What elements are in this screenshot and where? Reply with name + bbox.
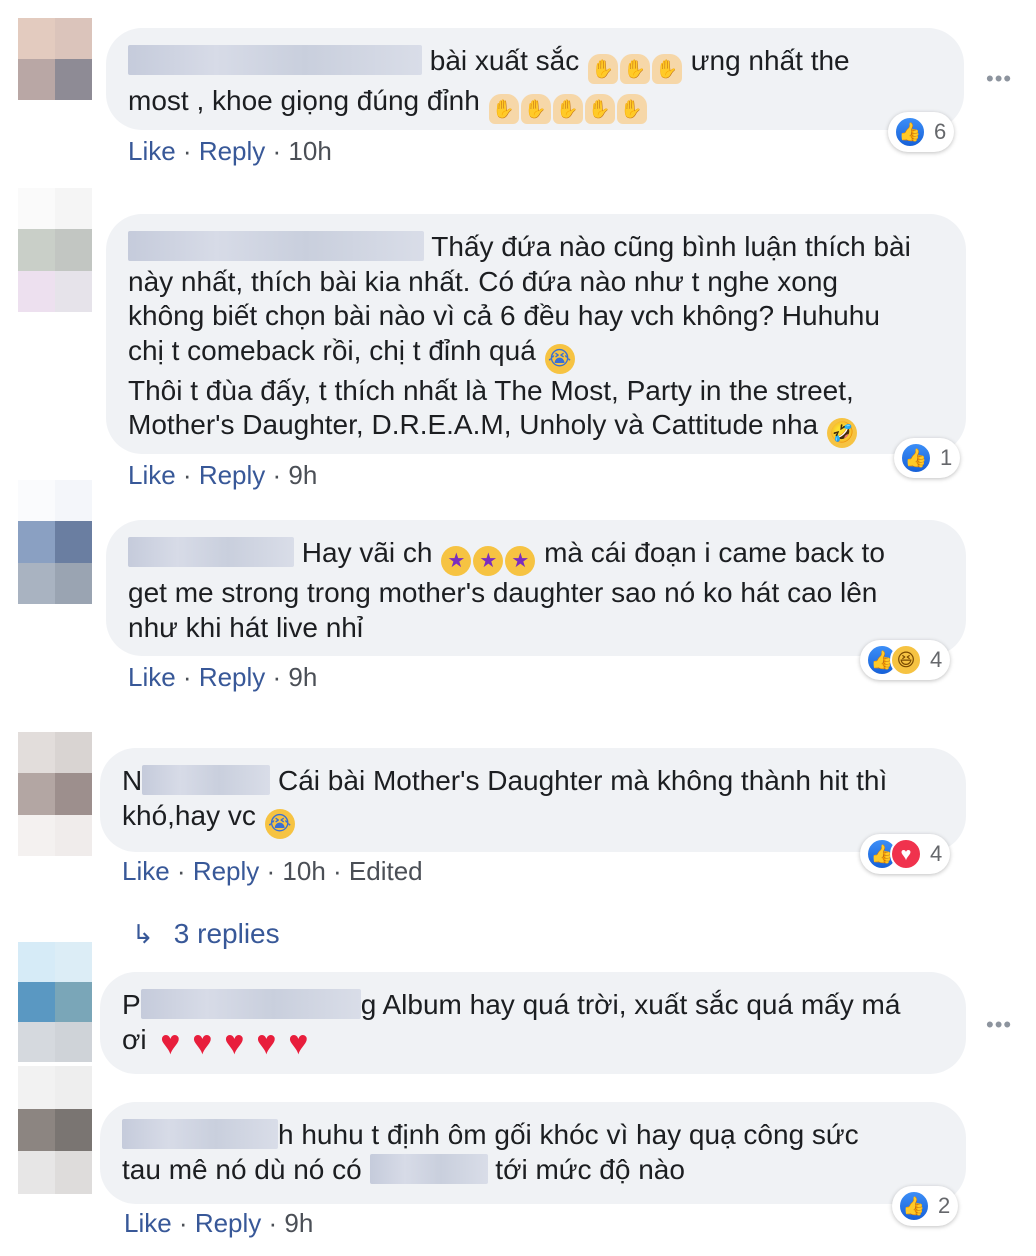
like-link[interactable]: Like (128, 460, 176, 490)
redacted-name[interactable] (140, 989, 361, 1019)
comment-text: Pg Album hay quá trời, xuất sắc quá mấy … (122, 989, 901, 1062)
like-link[interactable]: Like (122, 856, 170, 886)
more-options-icon[interactable]: ••• (986, 1012, 1012, 1038)
loudly-crying-emoji: 😭 (544, 343, 575, 374)
rolling-laughing-emoji: 🤣 (826, 418, 857, 448)
comment-actions: Like · Reply · 10h · Edited (122, 856, 423, 886)
redacted-name[interactable] (128, 231, 424, 261)
timestamp[interactable]: 9h (284, 1208, 313, 1238)
reaction-summary[interactable]: 👍 ♥ 4 (860, 834, 951, 874)
comment-text: bài xuất sắc ✋ ✋ ✋ ưng nhất the most , kho… (128, 44, 942, 124)
red-heart-emoji: ♥ (288, 1023, 309, 1062)
comment-bubble: Hay vãi ch ★ ★ ★ mà cái đoạn i came back t… (106, 520, 966, 656)
reply-link[interactable]: Reply (193, 856, 259, 886)
red-heart-emoji: ♥ (256, 1023, 277, 1062)
haha-reaction-icon: 😆 (890, 644, 922, 676)
comment-actions: Like · Reply · 9h (128, 460, 318, 490)
comment-actions: Like · Reply · 9h (124, 1208, 314, 1238)
redacted-name[interactable] (128, 45, 422, 75)
folded-hands-emoji: ✋ (616, 94, 647, 124)
comment-text: N Cái bài Mother's Daughter mà không thà… (122, 764, 944, 839)
comment-text: Hay vãi ch ★ ★ ★ mà cái đoạn i came back t… (128, 537, 885, 643)
more-options-icon[interactable]: ••• (986, 66, 1012, 92)
folded-hands-emoji: ✋ (619, 54, 650, 84)
like-reaction-icon: 👍 (898, 1190, 930, 1222)
redacted-name[interactable] (128, 537, 294, 567)
reply-link[interactable]: Reply (199, 460, 265, 490)
reply-link[interactable]: Reply (199, 662, 265, 692)
timestamp[interactable]: 10h (282, 856, 325, 886)
reaction-summary[interactable]: 👍 😆 4 (860, 640, 951, 680)
folded-hands-emoji: ✋ (587, 54, 618, 84)
redacted-text (369, 1153, 488, 1184)
red-heart-emoji: ♥ (224, 1023, 245, 1062)
love-reaction-icon: ♥ (890, 838, 922, 870)
red-heart-emoji: ♥ (160, 1023, 181, 1062)
commenter-name-final[interactable]: h (278, 1119, 294, 1150)
loudly-crying-emoji: 😭 (264, 808, 295, 839)
reply-link[interactable]: Reply (199, 136, 265, 166)
comment-bubble: Pg Album hay quá trời, xuất sắc quá mấy … (100, 972, 966, 1074)
view-replies-link[interactable]: ↳ 3 replies (132, 918, 280, 950)
comment-bubble: N Cái bài Mother's Daughter mà không thà… (100, 748, 966, 852)
folded-hands-emoji: ✋ (584, 94, 615, 124)
star-struck-emoji: ★ (441, 546, 472, 576)
comment-actions: Like · Reply · 9h (128, 662, 318, 692)
red-heart-emoji: ♥ (192, 1023, 213, 1062)
folded-hands-emoji: ✋ (520, 94, 551, 124)
redacted-name[interactable] (122, 1119, 278, 1149)
avatar[interactable] (18, 18, 92, 100)
reaction-summary[interactable]: 👍 1 (894, 438, 961, 478)
comment-text: Thấy đứa nào cũng bình luận thích bài nà… (128, 230, 944, 448)
folded-hands-emoji: ✋ (488, 94, 519, 124)
like-reaction-icon: 👍 (900, 442, 932, 474)
reaction-summary[interactable]: 👍 2 (892, 1186, 959, 1226)
avatar[interactable] (18, 480, 92, 604)
edited-label[interactable]: Edited (349, 856, 423, 886)
comment-bubble: Thấy đứa nào cũng bình luận thích bài nà… (106, 214, 966, 454)
avatar[interactable] (18, 732, 92, 856)
commenter-name-initial[interactable]: N (122, 765, 142, 796)
timestamp[interactable]: 9h (288, 460, 317, 490)
reply-arrow-icon: ↳ (132, 919, 154, 949)
comment-actions: Like · Reply · 10h (128, 136, 332, 166)
reaction-summary[interactable]: 👍 6 (888, 112, 955, 152)
like-link[interactable]: Like (124, 1208, 172, 1238)
comment-bubble: bài xuất sắc ✋ ✋ ✋ ưng nhất the most , kho… (106, 28, 964, 130)
folded-hands-emoji: ✋ (651, 54, 682, 84)
comment-bubble: h huhu t định ôm gối khóc vì hay quạ côn… (100, 1102, 966, 1204)
comment-text: h huhu t định ôm gối khóc vì hay quạ côn… (122, 1119, 859, 1185)
folded-hands-emoji: ✋ (552, 94, 583, 124)
commenter-name-final[interactable]: g (361, 989, 377, 1020)
commenter-name-initial[interactable]: P (122, 989, 141, 1020)
star-struck-emoji: ★ (473, 546, 504, 576)
like-reaction-icon: 👍 (894, 116, 926, 148)
avatar[interactable] (18, 188, 92, 312)
timestamp[interactable]: 9h (288, 662, 317, 692)
timestamp[interactable]: 10h (288, 136, 331, 166)
avatar[interactable] (18, 942, 92, 1062)
star-struck-emoji: ★ (505, 546, 536, 576)
like-link[interactable]: Like (128, 136, 176, 166)
redacted-name[interactable] (142, 765, 271, 795)
avatar[interactable] (18, 1066, 92, 1194)
like-link[interactable]: Like (128, 662, 176, 692)
reply-link[interactable]: Reply (195, 1208, 261, 1238)
